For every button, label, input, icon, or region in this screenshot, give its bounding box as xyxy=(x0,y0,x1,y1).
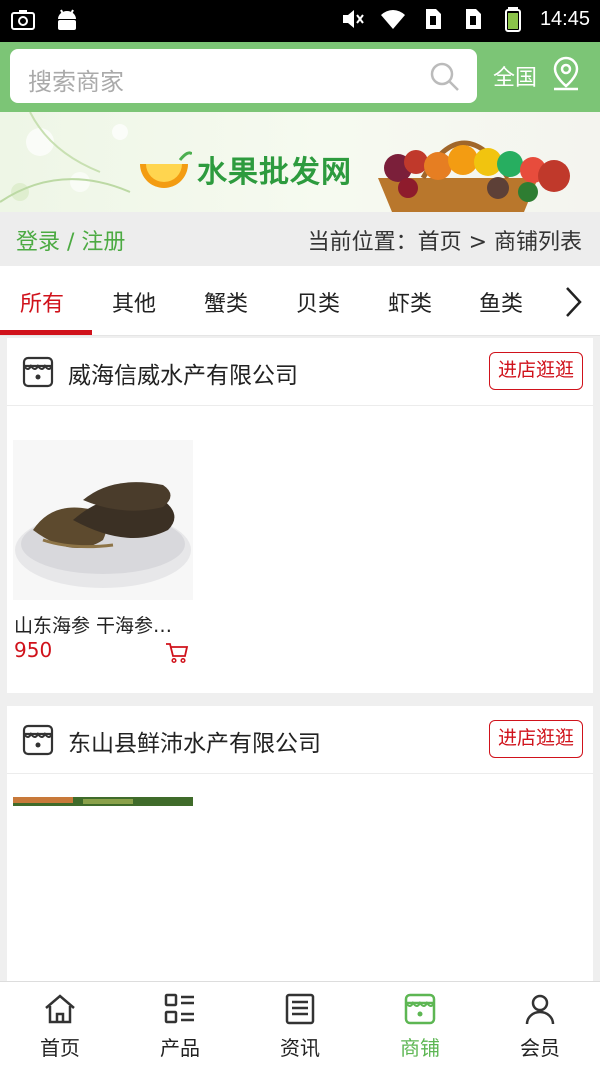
wifi-icon xyxy=(380,10,405,30)
visit-shop-button[interactable]: 进店逛逛 xyxy=(488,720,583,758)
product-image[interactable] xyxy=(13,794,193,806)
battery-icon xyxy=(504,7,521,32)
login-register-link[interactable]: 登录 / 注册 xyxy=(16,224,125,256)
banner[interactable]: 水果批发网 xyxy=(0,112,600,212)
tab-shellfish[interactable]: 贝类 xyxy=(296,286,340,318)
user-icon xyxy=(525,994,555,1025)
shop-card: 威海信威水产有限公司 进店逛逛 山东海参 干海参… 950 xyxy=(7,338,593,693)
category-tabs: 所有 其他 蟹类 贝类 虾类 鱼类 xyxy=(0,266,600,336)
search-input[interactable]: 搜索商家 xyxy=(10,49,477,103)
location-pin-icon[interactable] xyxy=(550,56,582,92)
current-location: 当前位置：首页 > 商铺列表 xyxy=(307,230,582,255)
shop-icon xyxy=(404,993,436,1025)
product-image-partial xyxy=(13,797,193,806)
orange-logo-icon xyxy=(140,151,192,188)
product-image[interactable] xyxy=(13,440,193,600)
shop-icon xyxy=(22,356,54,388)
search-placeholder: 搜索商家 xyxy=(28,68,124,96)
grid-list-icon xyxy=(164,993,194,1024)
screenshot-icon xyxy=(11,10,35,30)
news-icon xyxy=(285,993,315,1025)
active-tab-indicator xyxy=(0,330,92,335)
fruit-basket-image xyxy=(378,140,570,212)
visit-shop-button[interactable]: 进店逛逛 xyxy=(488,352,583,390)
nav-label: 会员 xyxy=(520,1036,560,1060)
nav-news[interactable]: 资讯 xyxy=(240,982,360,1067)
shop-name[interactable]: 东山县鲜沛水产有限公司 xyxy=(68,724,321,758)
header: 搜索商家 全国 xyxy=(0,42,600,112)
shop-card: 东山县鲜沛水产有限公司 进店逛逛 xyxy=(7,706,593,981)
home-icon xyxy=(45,994,75,1024)
android-icon xyxy=(58,9,76,30)
nav-label: 资讯 xyxy=(280,1036,320,1060)
status-bar: 14:45 xyxy=(0,0,600,42)
mute-icon xyxy=(342,10,364,28)
banner-title: 水果批发网 xyxy=(197,155,352,190)
tab-shrimp[interactable]: 虾类 xyxy=(388,286,432,318)
search-icon[interactable] xyxy=(429,61,461,93)
nav-label: 首页 xyxy=(40,1036,80,1060)
tab-crab[interactable]: 蟹类 xyxy=(204,286,248,318)
sim1-icon xyxy=(425,9,441,29)
tab-other[interactable]: 其他 xyxy=(112,286,156,318)
shop-card-header: 东山县鲜沛水产有限公司 进店逛逛 xyxy=(7,706,593,774)
tab-all[interactable]: 所有 xyxy=(20,286,64,318)
shop-card-header: 威海信威水产有限公司 进店逛逛 xyxy=(7,338,593,406)
product-price: 950 xyxy=(14,638,53,662)
sea-cucumber-image xyxy=(13,440,193,600)
breadcrumb: 登录 / 注册 当前位置：首页 > 商铺列表 xyxy=(0,212,600,266)
tab-fish[interactable]: 鱼类 xyxy=(479,286,523,318)
sim2-icon xyxy=(465,9,481,29)
nav-products[interactable]: 产品 xyxy=(120,982,240,1067)
cart-icon[interactable] xyxy=(165,642,189,664)
nav-label: 商铺 xyxy=(400,1036,440,1060)
nav-label: 产品 xyxy=(160,1036,200,1060)
shop-icon xyxy=(22,724,54,756)
nav-home[interactable]: 首页 xyxy=(0,982,120,1067)
nav-member[interactable]: 会员 xyxy=(480,982,600,1067)
nav-shops[interactable]: 商铺 xyxy=(360,982,480,1067)
bottom-navigation: 首页 产品 资讯 商铺 会员 xyxy=(0,981,600,1067)
clock: 14:45 xyxy=(539,7,590,30)
shop-name[interactable]: 威海信威水产有限公司 xyxy=(68,356,298,390)
chevron-right-icon[interactable] xyxy=(561,284,585,320)
region-selector[interactable]: 全国 xyxy=(493,60,537,92)
product-name[interactable]: 山东海参 干海参… xyxy=(14,611,172,638)
